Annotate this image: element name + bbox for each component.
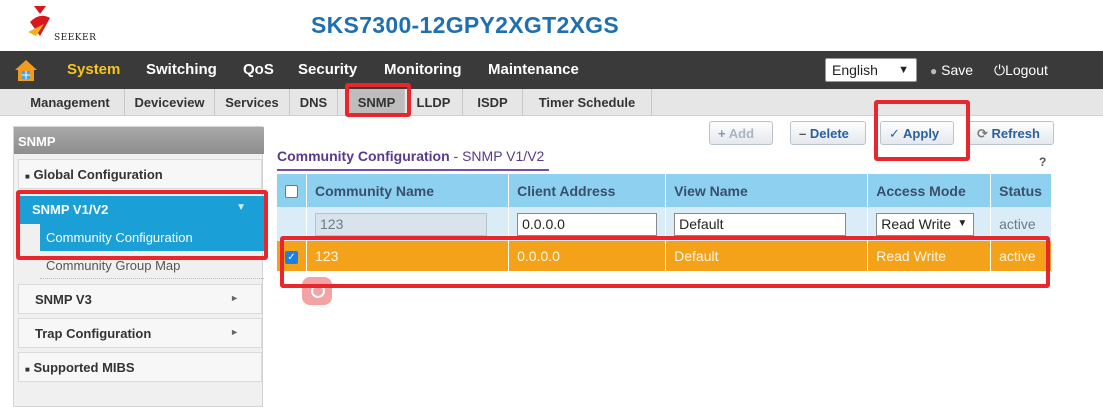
access-mode-select[interactable]: Read Write ▼ (876, 212, 975, 236)
delete-button[interactable]: – Delete (790, 121, 866, 145)
tab-timer-schedule[interactable]: Timer Schedule (523, 89, 652, 116)
refresh-icon: ⟳ (977, 126, 988, 141)
community-name-input[interactable]: 123 (315, 212, 487, 236)
col-client-address[interactable]: Client Address (508, 174, 667, 207)
nav-community-group-map[interactable]: Community Group Map (40, 253, 264, 279)
chevron-right-icon: ► (230, 293, 239, 303)
language-select[interactable]: English ▼ (825, 58, 917, 82)
menu-system[interactable]: System (67, 61, 120, 78)
edit-view-name-cell: Default (665, 207, 869, 241)
menu-security[interactable]: Security (298, 61, 357, 78)
add-button[interactable]: + Add (709, 121, 773, 145)
main-menu-bar: System Switching QoS Security Monitoring… (0, 51, 1103, 89)
nav-snmp-v3[interactable]: SNMP V3 ► (18, 284, 262, 314)
section-title: Community Configuration - SNMP V1/V2 (277, 148, 544, 164)
row-community-name: 123 (306, 241, 510, 271)
menu-monitoring[interactable]: Monitoring (384, 61, 461, 78)
plus-icon: + (718, 126, 726, 141)
nav-trap-configuration[interactable]: Trap Configuration ► (18, 318, 262, 348)
brand-logo: SEEKER (26, 2, 106, 48)
nav-trap-configuration-label: Trap Configuration (35, 326, 152, 341)
checkmark-icon: ✓ (889, 126, 900, 141)
product-title: SKS7300-12GPY2XGT2XGS (311, 12, 620, 38)
save-label: Save (941, 62, 974, 78)
row-access-mode: Read Write (867, 241, 992, 271)
power-icon: ⏻ (994, 62, 1006, 78)
minus-icon: – (799, 126, 807, 141)
menu-maintenance[interactable]: Maintenance (488, 61, 579, 78)
home-button[interactable] (12, 56, 40, 84)
delete-label: Delete (809, 126, 849, 141)
logout-label: Logout (1005, 62, 1048, 78)
access-mode-value: Read Write (881, 215, 952, 232)
nav-snmp-v3-label: SNMP V3 (35, 292, 92, 307)
tab-lldp[interactable]: LLDP (405, 89, 463, 116)
caret-down-icon: ▼ (236, 202, 246, 213)
row-view-name: Default (665, 241, 869, 271)
logo-text: SEEKER (54, 33, 97, 43)
edit-client-address-cell: 0.0.0.0 (508, 207, 667, 241)
home-icon (12, 56, 40, 84)
left-navigation: SNMP ■ Global Configuration SNMP V1/V2 ▼… (13, 126, 264, 407)
tab-deviceview[interactable]: Deviceview (125, 89, 215, 116)
help-icon[interactable]: ? (1039, 155, 1046, 169)
section-title-text: Community Configuration (277, 148, 450, 164)
section-subtitle: - SNMP V1/V2 (453, 148, 545, 164)
community-table: Community Name Client Address View Name … (277, 174, 1052, 271)
table-row[interactable]: ✓ 123 0.0.0.0 Default Read Write active (277, 241, 1052, 271)
language-value: English (832, 62, 878, 78)
nav-global-configuration-label: Global Configuration (33, 167, 163, 182)
col-status[interactable]: Status (990, 174, 1052, 207)
tab-snmp[interactable]: SNMP (349, 89, 405, 116)
apply-button[interactable]: ✓ Apply (880, 121, 954, 145)
menu-switching[interactable]: Switching (146, 61, 217, 78)
check-circle-icon: ● (930, 64, 938, 78)
tab-isdp[interactable]: ISDP (463, 89, 523, 116)
sub-menu-bar: Management Deviceview Services DNS SNMP … (0, 89, 1103, 116)
refresh-button[interactable]: ⟳ Refresh (968, 121, 1054, 145)
tab-services[interactable]: Services (215, 89, 290, 116)
chevron-down-icon: ▼ (898, 64, 909, 76)
nav-community-configuration[interactable]: Community Configuration (40, 224, 264, 251)
bullet-icon: ■ (25, 365, 30, 374)
row-status: active (990, 241, 1052, 271)
row-checkbox[interactable]: ✓ (285, 250, 298, 264)
header: SEEKER SKS7300-12GPY2XGT2XGS (0, 0, 1103, 51)
nav-global-configuration[interactable]: ■ Global Configuration (18, 159, 262, 189)
row-select-cell: ✓ (277, 241, 307, 271)
add-label: Add (728, 126, 755, 141)
page: SEEKER SKS7300-12GPY2XGT2XGS System Swit… (0, 0, 1103, 407)
section-underline (277, 169, 549, 171)
logout-link[interactable]: ⏻Logout (994, 62, 1048, 79)
edit-community-name-cell: 123 (306, 207, 510, 241)
select-all-checkbox[interactable] (285, 185, 298, 199)
chevron-right-icon: ► (230, 327, 239, 337)
nav-title: SNMP (14, 127, 264, 154)
nav-supported-mibs[interactable]: ■ Supported MIBS (18, 352, 262, 382)
col-view-name[interactable]: View Name (665, 174, 869, 207)
chevron-down-icon: ▼ (957, 217, 968, 229)
bullet-icon: ■ (25, 172, 30, 181)
edit-row: 123 0.0.0.0 Default Read Write ▼ active (277, 207, 1052, 241)
select-all-cell (277, 174, 307, 207)
view-name-input[interactable]: Default (674, 212, 847, 236)
nav-supported-mibs-label: Supported MIBS (33, 360, 135, 375)
edit-status-cell: active (990, 207, 1052, 241)
refresh-label: Refresh (991, 126, 1040, 141)
nav-snmp-v1v2-label: SNMP V1/V2 (32, 202, 109, 217)
nav-snmp-v1v2[interactable]: SNMP V1/V2 ▼ (18, 196, 264, 224)
menu-qos[interactable]: QoS (243, 61, 274, 78)
tab-dns[interactable]: DNS (290, 89, 338, 116)
client-address-input[interactable]: 0.0.0.0 (517, 212, 658, 236)
col-access-mode[interactable]: Access Mode (867, 174, 992, 207)
row-client-address: 0.0.0.0 (508, 241, 667, 271)
apply-label: Apply (903, 126, 940, 141)
tab-management[interactable]: Management (16, 89, 125, 116)
edit-select-cell (277, 207, 307, 241)
search-overlay-icon (302, 277, 332, 305)
save-link[interactable]: ● Save (930, 62, 973, 78)
col-community-name[interactable]: Community Name (306, 174, 510, 207)
table-header-row: Community Name Client Address View Name … (277, 174, 1052, 207)
edit-access-mode-cell: Read Write ▼ (867, 207, 992, 241)
